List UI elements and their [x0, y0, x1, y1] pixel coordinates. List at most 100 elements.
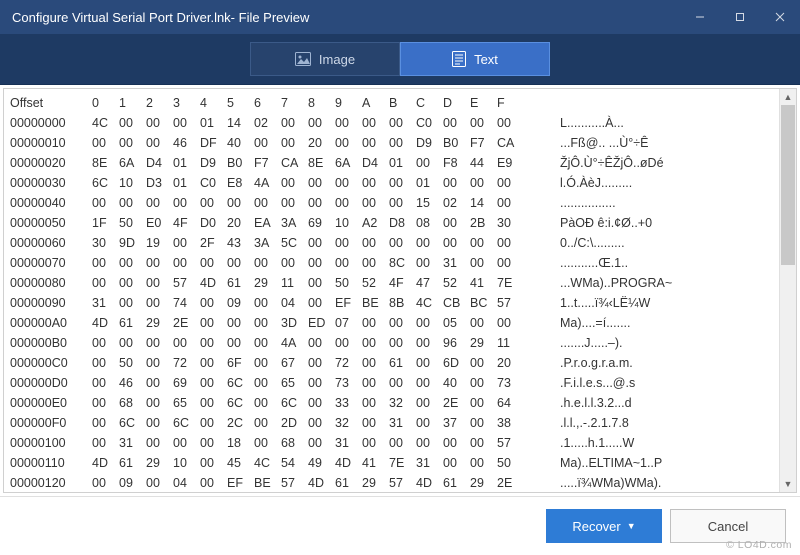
hex-cell: 9	[335, 93, 362, 113]
hex-cell: 00	[308, 353, 335, 373]
hex-cell: 4	[200, 93, 227, 113]
hex-cells: 4D61291000454C54494D417E31000050	[92, 453, 530, 473]
hex-cell: 72	[173, 353, 200, 373]
minimize-icon	[695, 12, 705, 22]
tab-text[interactable]: Text	[400, 42, 550, 76]
hex-cell: 65	[173, 393, 200, 413]
ascii-cell: l.Ó.ÀèJ.........	[530, 173, 632, 193]
hex-cell: 6A	[119, 153, 146, 173]
hex-cell: 00	[497, 253, 524, 273]
tab-image[interactable]: Image	[250, 42, 400, 76]
hex-cell: 04	[173, 473, 200, 493]
hex-cell: 00	[389, 233, 416, 253]
hex-cell: 1F	[92, 213, 119, 233]
maximize-button[interactable]	[720, 0, 760, 34]
minimize-button[interactable]	[680, 0, 720, 34]
hex-cell: 31	[416, 453, 443, 473]
hex-cell: 00	[335, 173, 362, 193]
hex-cell: 00	[416, 413, 443, 433]
hex-cell: 00	[389, 433, 416, 453]
hex-cell: 00	[200, 373, 227, 393]
hex-cell: 6C	[227, 393, 254, 413]
hex-cell: 72	[335, 353, 362, 373]
hex-cell: 05	[443, 313, 470, 333]
hex-row: 0000001000000046DF40000020000000D9B0F7CA…	[10, 133, 796, 153]
hex-cell: 00	[281, 253, 308, 273]
hex-cell: 38	[497, 413, 524, 433]
hex-cell: 00	[92, 133, 119, 153]
file-preview-window: Configure Virtual Serial Port Driver.lnk…	[0, 0, 800, 555]
ascii-cell: ...WMa)..PROGRA~	[530, 273, 672, 293]
hex-cell: 3D	[281, 313, 308, 333]
hex-cell: 61	[119, 453, 146, 473]
hex-cell: C0	[416, 113, 443, 133]
hex-cell: F7	[470, 133, 497, 153]
hex-cell: 4D	[308, 473, 335, 493]
hex-cell: 00	[119, 293, 146, 313]
hex-cell: 00	[146, 293, 173, 313]
hex-cells: 006C006C002C002D0032003100370038	[92, 413, 530, 433]
hex-cell: 00	[200, 333, 227, 353]
ascii-cell: .P.r.o.g.r.a.m.	[530, 353, 636, 373]
vertical-scrollbar[interactable]: ▲ ▼	[779, 89, 796, 492]
hex-cell: 00	[389, 173, 416, 193]
hex-cell: 00	[416, 373, 443, 393]
scroll-thumb[interactable]	[781, 105, 795, 265]
hex-cell: 00	[389, 193, 416, 213]
offset-cell: Offset	[10, 93, 92, 113]
close-button[interactable]	[760, 0, 800, 34]
hex-cell: 8E	[308, 153, 335, 173]
hex-cell: 61	[119, 313, 146, 333]
hex-cell: 57	[389, 473, 416, 493]
hex-cell: 31	[443, 253, 470, 273]
cancel-button[interactable]: Cancel	[670, 509, 786, 543]
hex-cell: 1	[119, 93, 146, 113]
hex-cell: 40	[227, 133, 254, 153]
scroll-up-arrow[interactable]: ▲	[780, 89, 796, 105]
hex-cell: 00	[497, 193, 524, 213]
hex-cell: 69	[308, 213, 335, 233]
titlebar[interactable]: Configure Virtual Serial Port Driver.lnk…	[0, 0, 800, 34]
offset-cell: 000000D0	[10, 373, 92, 393]
hex-cell: 00	[362, 193, 389, 213]
hex-cell: 96	[443, 333, 470, 353]
hex-cells: 8E6AD401D9B0F7CA8E6AD40100F844E9	[92, 153, 530, 173]
hex-cell: 31	[389, 413, 416, 433]
hex-cell: 74	[173, 293, 200, 313]
footer-buttons: Recover ▼ Cancel	[0, 496, 800, 555]
hex-cell: 32	[335, 413, 362, 433]
ascii-cell: .......J.....–).	[530, 333, 623, 353]
hex-preview-pane: Offset0123456789ABCDEF000000004C00000001…	[3, 88, 797, 493]
hex-cell: 00	[146, 413, 173, 433]
hex-cell: 31	[335, 433, 362, 453]
hex-cell: 00	[389, 333, 416, 353]
hex-cell: 20	[497, 353, 524, 373]
hex-cell: 00	[308, 253, 335, 273]
recover-button[interactable]: Recover ▼	[546, 509, 662, 543]
hex-cell: 61	[227, 273, 254, 293]
scroll-down-arrow[interactable]: ▼	[780, 476, 796, 492]
hex-cell: 00	[308, 233, 335, 253]
hex-cell: 50	[335, 273, 362, 293]
hex-cell: 02	[254, 113, 281, 133]
hex-cell: 00	[173, 253, 200, 273]
hex-cell: 64	[497, 393, 524, 413]
hex-cell: 00	[200, 313, 227, 333]
hex-cell: 31	[92, 293, 119, 313]
offset-cell: 00000000	[10, 113, 92, 133]
hex-cell: 00	[146, 353, 173, 373]
hex-cells: 00310000001800680031000000000057	[92, 433, 530, 453]
hex-cell: 00	[308, 373, 335, 393]
hex-cell: 00	[92, 433, 119, 453]
hex-cell: 73	[335, 373, 362, 393]
hex-cell: 7	[281, 93, 308, 113]
hex-cell: 00	[389, 373, 416, 393]
hex-cell: D	[443, 93, 470, 113]
hex-cell: 00	[146, 113, 173, 133]
hex-cell: 00	[308, 293, 335, 313]
hex-cell: 00	[200, 193, 227, 213]
hex-cell: 00	[443, 213, 470, 233]
hex-cells: 0009000400EFBE574D6129574D61292E	[92, 473, 530, 493]
hex-cell: E	[470, 93, 497, 113]
ascii-cell: Ma)..ELTIMA~1..P	[530, 453, 662, 473]
